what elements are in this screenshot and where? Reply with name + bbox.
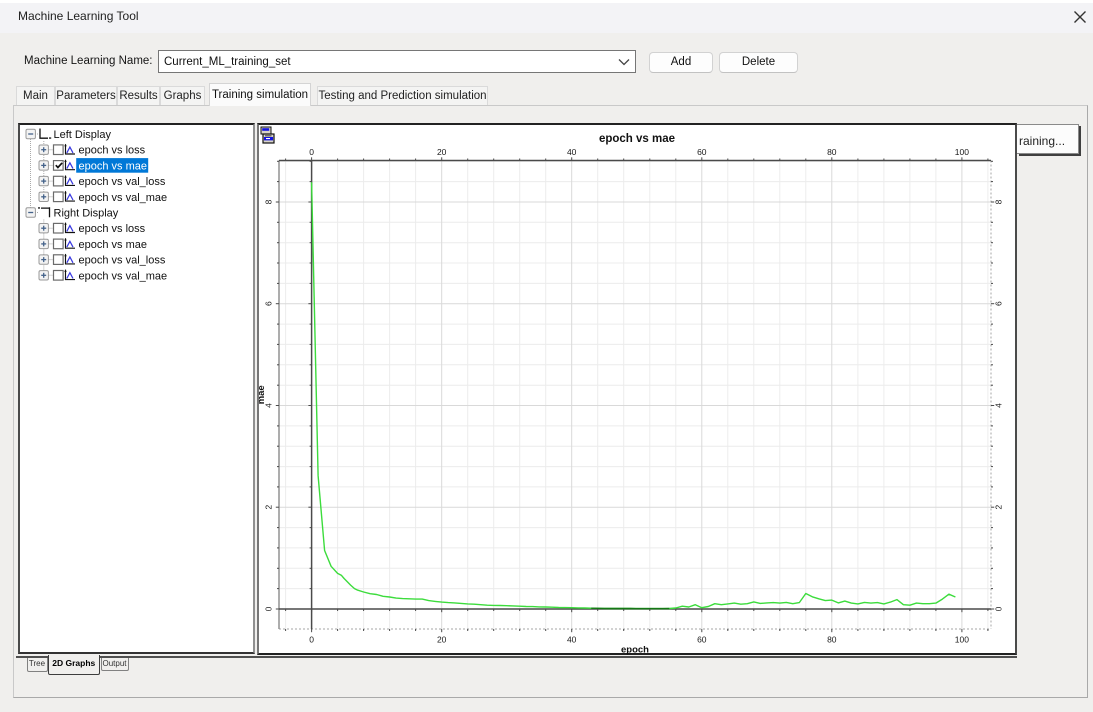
svg-text:20: 20 <box>437 147 447 157</box>
svg-text:epoch vs mae: epoch vs mae <box>79 239 147 251</box>
svg-text:mae: mae <box>259 385 267 404</box>
svg-text:2: 2 <box>994 505 1004 510</box>
svg-text:80: 80 <box>827 147 837 157</box>
svg-text:epoch vs mae: epoch vs mae <box>599 133 675 145</box>
svg-text:epoch vs loss: epoch vs loss <box>79 145 146 157</box>
svg-text:0: 0 <box>309 147 314 157</box>
svg-text:2: 2 <box>264 505 274 510</box>
svg-text:80: 80 <box>827 635 837 645</box>
svg-text:epoch vs mae: epoch vs mae <box>79 160 147 172</box>
svg-text:epoch vs val_loss: epoch vs val_loss <box>79 176 166 188</box>
svg-text:epoch vs loss: epoch vs loss <box>79 223 146 235</box>
svg-text:Right Display: Right Display <box>54 208 119 220</box>
svg-text:epoch: epoch <box>621 645 649 656</box>
svg-text:60: 60 <box>697 147 707 157</box>
svg-text:20: 20 <box>437 635 447 645</box>
svg-text:40: 40 <box>567 635 577 645</box>
svg-text:8: 8 <box>994 199 1004 204</box>
svg-text:40: 40 <box>567 147 577 157</box>
svg-text:Left Display: Left Display <box>54 129 112 141</box>
svg-text:4: 4 <box>994 403 1004 408</box>
svg-text:100: 100 <box>955 147 969 157</box>
svg-text:60: 60 <box>697 635 707 645</box>
svg-text:epoch vs val_mae: epoch vs val_mae <box>79 192 168 204</box>
svg-text:epoch vs val_mae: epoch vs val_mae <box>79 270 168 282</box>
svg-text:8: 8 <box>264 199 274 204</box>
svg-text:0: 0 <box>309 635 314 645</box>
svg-text:6: 6 <box>994 301 1004 306</box>
svg-text:6: 6 <box>264 301 274 306</box>
svg-text:100: 100 <box>955 635 969 645</box>
svg-text:0: 0 <box>994 606 1004 611</box>
svg-text:epoch vs val_loss: epoch vs val_loss <box>79 255 166 267</box>
svg-text:0: 0 <box>264 606 274 611</box>
